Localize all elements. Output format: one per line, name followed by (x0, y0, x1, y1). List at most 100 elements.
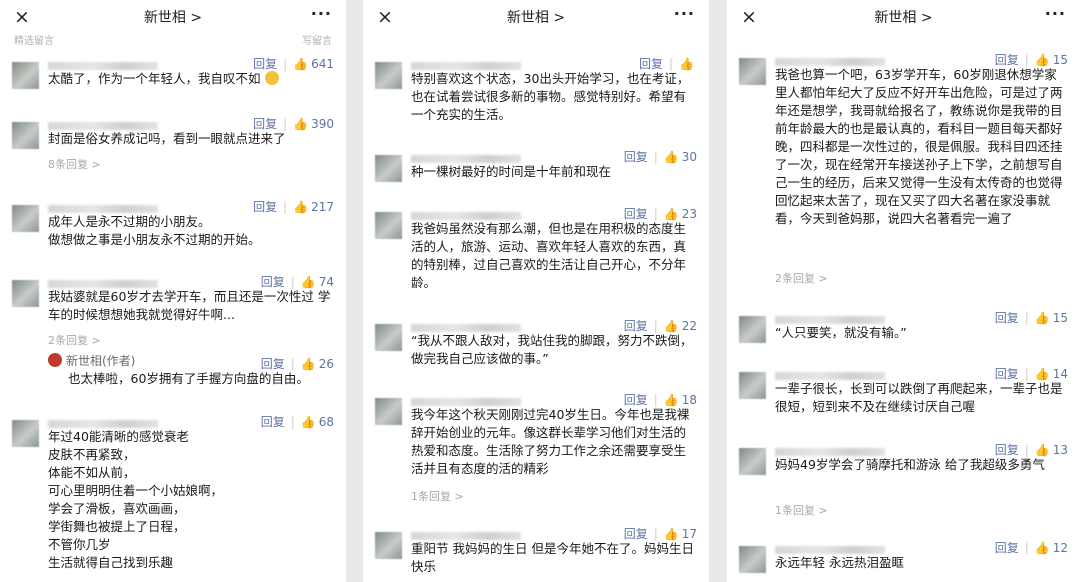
user-name[interactable] (411, 155, 521, 163)
reply-button[interactable]: 回复 (995, 53, 1019, 67)
top-bar: × 新世相 > ··· (727, 0, 1080, 36)
page-title[interactable]: 新世相 > (727, 9, 1080, 27)
comment-text: 特别喜欢这个状态，30出头开始学习，也在考证，也在试着尝试很多新的事物。感觉特别… (411, 71, 690, 122)
like-count: 74 (318, 275, 334, 289)
reply-button[interactable]: 回复 (995, 311, 1019, 325)
more-options-icon[interactable]: ··· (1045, 5, 1066, 23)
reply-button[interactable]: 回复 (261, 357, 285, 371)
page-title[interactable]: 新世相 > (363, 9, 709, 27)
reply-button[interactable]: 回复 (261, 415, 285, 429)
comment-text: 种一棵树最好的时间是十年前和现在 (411, 164, 612, 179)
user-name[interactable] (775, 448, 885, 456)
avatar[interactable] (739, 58, 766, 85)
author-avatar[interactable] (48, 353, 62, 367)
like-count: 15 (1052, 53, 1068, 67)
avatar[interactable] (12, 205, 39, 232)
reply-button[interactable]: 回复 (253, 57, 277, 71)
comment-text: 重阳节 我妈妈的生日 但是今年她不在了。妈妈生日快乐 (411, 541, 694, 574)
top-bar: × 新世相 > ··· (363, 0, 709, 36)
like-count: 13 (1052, 443, 1068, 457)
reply-button[interactable]: 回复 (624, 527, 648, 541)
comment-text: 妈妈49岁学会了骑摩托和游泳 给了我超级多勇气 (775, 457, 1045, 472)
avatar[interactable] (739, 448, 766, 475)
featured-comments-label: 精选留言 (14, 36, 54, 47)
replies-link[interactable]: 1条回复 > (411, 488, 464, 504)
comment-text: 封面是俗女养成记吗，看到一眼就点进来了 (48, 131, 286, 146)
avatar[interactable] (375, 155, 402, 182)
like-count: 217 (311, 200, 334, 214)
avatar[interactable] (739, 546, 766, 573)
write-comment-link[interactable]: 写留言 (302, 32, 332, 47)
user-name[interactable] (48, 122, 158, 130)
user-name[interactable] (48, 205, 158, 213)
like-count: 14 (1052, 367, 1068, 381)
author-reply-header: 新世相(作者) (48, 352, 135, 369)
avatar[interactable] (739, 316, 766, 343)
user-name[interactable] (411, 324, 521, 332)
user-name[interactable] (775, 58, 885, 66)
comment-text: 太酷了，作为一个年轻人，我自叹不如 (48, 70, 332, 88)
reply-button[interactable]: 回复 (995, 541, 1019, 555)
avatar[interactable] (12, 62, 39, 89)
comment-text: 我今年这个秋天刚刚过完40岁生日。今年也是我裸辞开始创业的元年。像这群长辈学习他… (411, 407, 690, 476)
user-name[interactable] (775, 546, 885, 554)
more-options-icon[interactable]: ··· (674, 5, 695, 23)
reply-button[interactable]: 回复 (253, 200, 277, 214)
avatar[interactable] (12, 280, 39, 307)
like-count: 15 (1052, 311, 1068, 325)
user-name[interactable] (411, 532, 521, 540)
comment-text: 我爸也算一个吧，63岁学开车，60岁刚退休想学家里人都怕年纪大了反应不好开车出危… (775, 67, 1063, 226)
user-name[interactable] (411, 212, 521, 220)
avatar[interactable] (375, 62, 402, 89)
avatar[interactable] (739, 372, 766, 399)
replies-link[interactable]: 2条回复 > (775, 270, 828, 286)
comment-text: 也太棒啦，60岁拥有了手握方向盘的自由。 (68, 371, 309, 386)
reply-button[interactable]: 回复 (253, 117, 277, 131)
like-count: 12 (1052, 541, 1068, 555)
like-count: 23 (681, 207, 697, 221)
like-count: 390 (311, 117, 334, 131)
avatar[interactable] (375, 324, 402, 351)
replies-link[interactable]: 2条回复 > (48, 332, 101, 348)
like-count: 22 (681, 319, 697, 333)
reply-button[interactable]: 回复 (624, 150, 648, 164)
avatar[interactable] (12, 420, 39, 447)
reply-button[interactable]: 回复 (261, 275, 285, 289)
replies-link[interactable]: 8条回复 > (48, 156, 101, 172)
comment-text: 我爸妈虽然没有那么潮，但也是在用积极的态度生活的人，旅游、运动、喜欢年轻人喜欢的… (411, 221, 687, 290)
avatar[interactable] (375, 532, 402, 559)
user-name[interactable] (48, 280, 158, 288)
author-name[interactable]: 新世相(作者) (66, 354, 135, 368)
comment-text: 年过40能清晰的感觉衰老 皮肤不再紧致， 体能不如从前， 可心里明明住着一个小姑… (48, 429, 224, 570)
reply-button[interactable]: 回复 (995, 367, 1019, 381)
user-name[interactable] (775, 316, 885, 324)
emoji-icon (264, 71, 279, 85)
reply-button[interactable]: 回复 (624, 319, 648, 333)
reply-button[interactable]: 回复 (624, 207, 648, 221)
like-count: 17 (681, 527, 697, 541)
reply-button[interactable]: 回复 (639, 57, 663, 71)
like-count: 18 (681, 393, 697, 407)
comment-text: 成年人是永不过期的小朋友。 做想做之事是小朋友永不过期的开始。 (48, 214, 261, 247)
user-name[interactable] (48, 420, 158, 428)
avatar[interactable] (375, 212, 402, 239)
article-comments-panel-2: × 新世相 > ··· 回复 | 👍 特别喜欢这个状态，30出头开始学习，也在考证，… (363, 0, 709, 582)
reply-button[interactable]: 回复 (995, 443, 1019, 457)
article-comments-panel-1: × 新世相 > ··· 精选留言 写留言 回复 | 👍 641 太酷了，作为一个年轻人… (0, 0, 346, 582)
avatar[interactable] (375, 398, 402, 425)
page-title[interactable]: 新世相 > (0, 9, 346, 27)
top-bar: × 新世相 > ··· (0, 0, 346, 36)
reply-button[interactable]: 回复 (624, 393, 648, 407)
comment-text: “我从不跟人敌对，我站住我的脚跟，努力不跌倒，做完我自己应该做的事。” (411, 333, 693, 366)
comment-text: “人只要笑，就没有输。” (775, 325, 907, 340)
more-options-icon[interactable]: ··· (311, 5, 332, 23)
comment-text: 永远年轻 永远热泪盈眶 (775, 555, 904, 570)
avatar[interactable] (12, 122, 39, 149)
user-name[interactable] (775, 372, 885, 380)
user-name[interactable] (411, 62, 521, 70)
replies-link[interactable]: 1条回复 > (775, 502, 828, 518)
like-count: 68 (318, 415, 334, 429)
user-name[interactable] (411, 398, 521, 406)
user-name[interactable] (48, 62, 158, 70)
comment-text: 我姑婆就是60岁才去学开车，而且还是一次性过 学车的时候想想她我就觉得好牛啊..… (48, 289, 331, 322)
